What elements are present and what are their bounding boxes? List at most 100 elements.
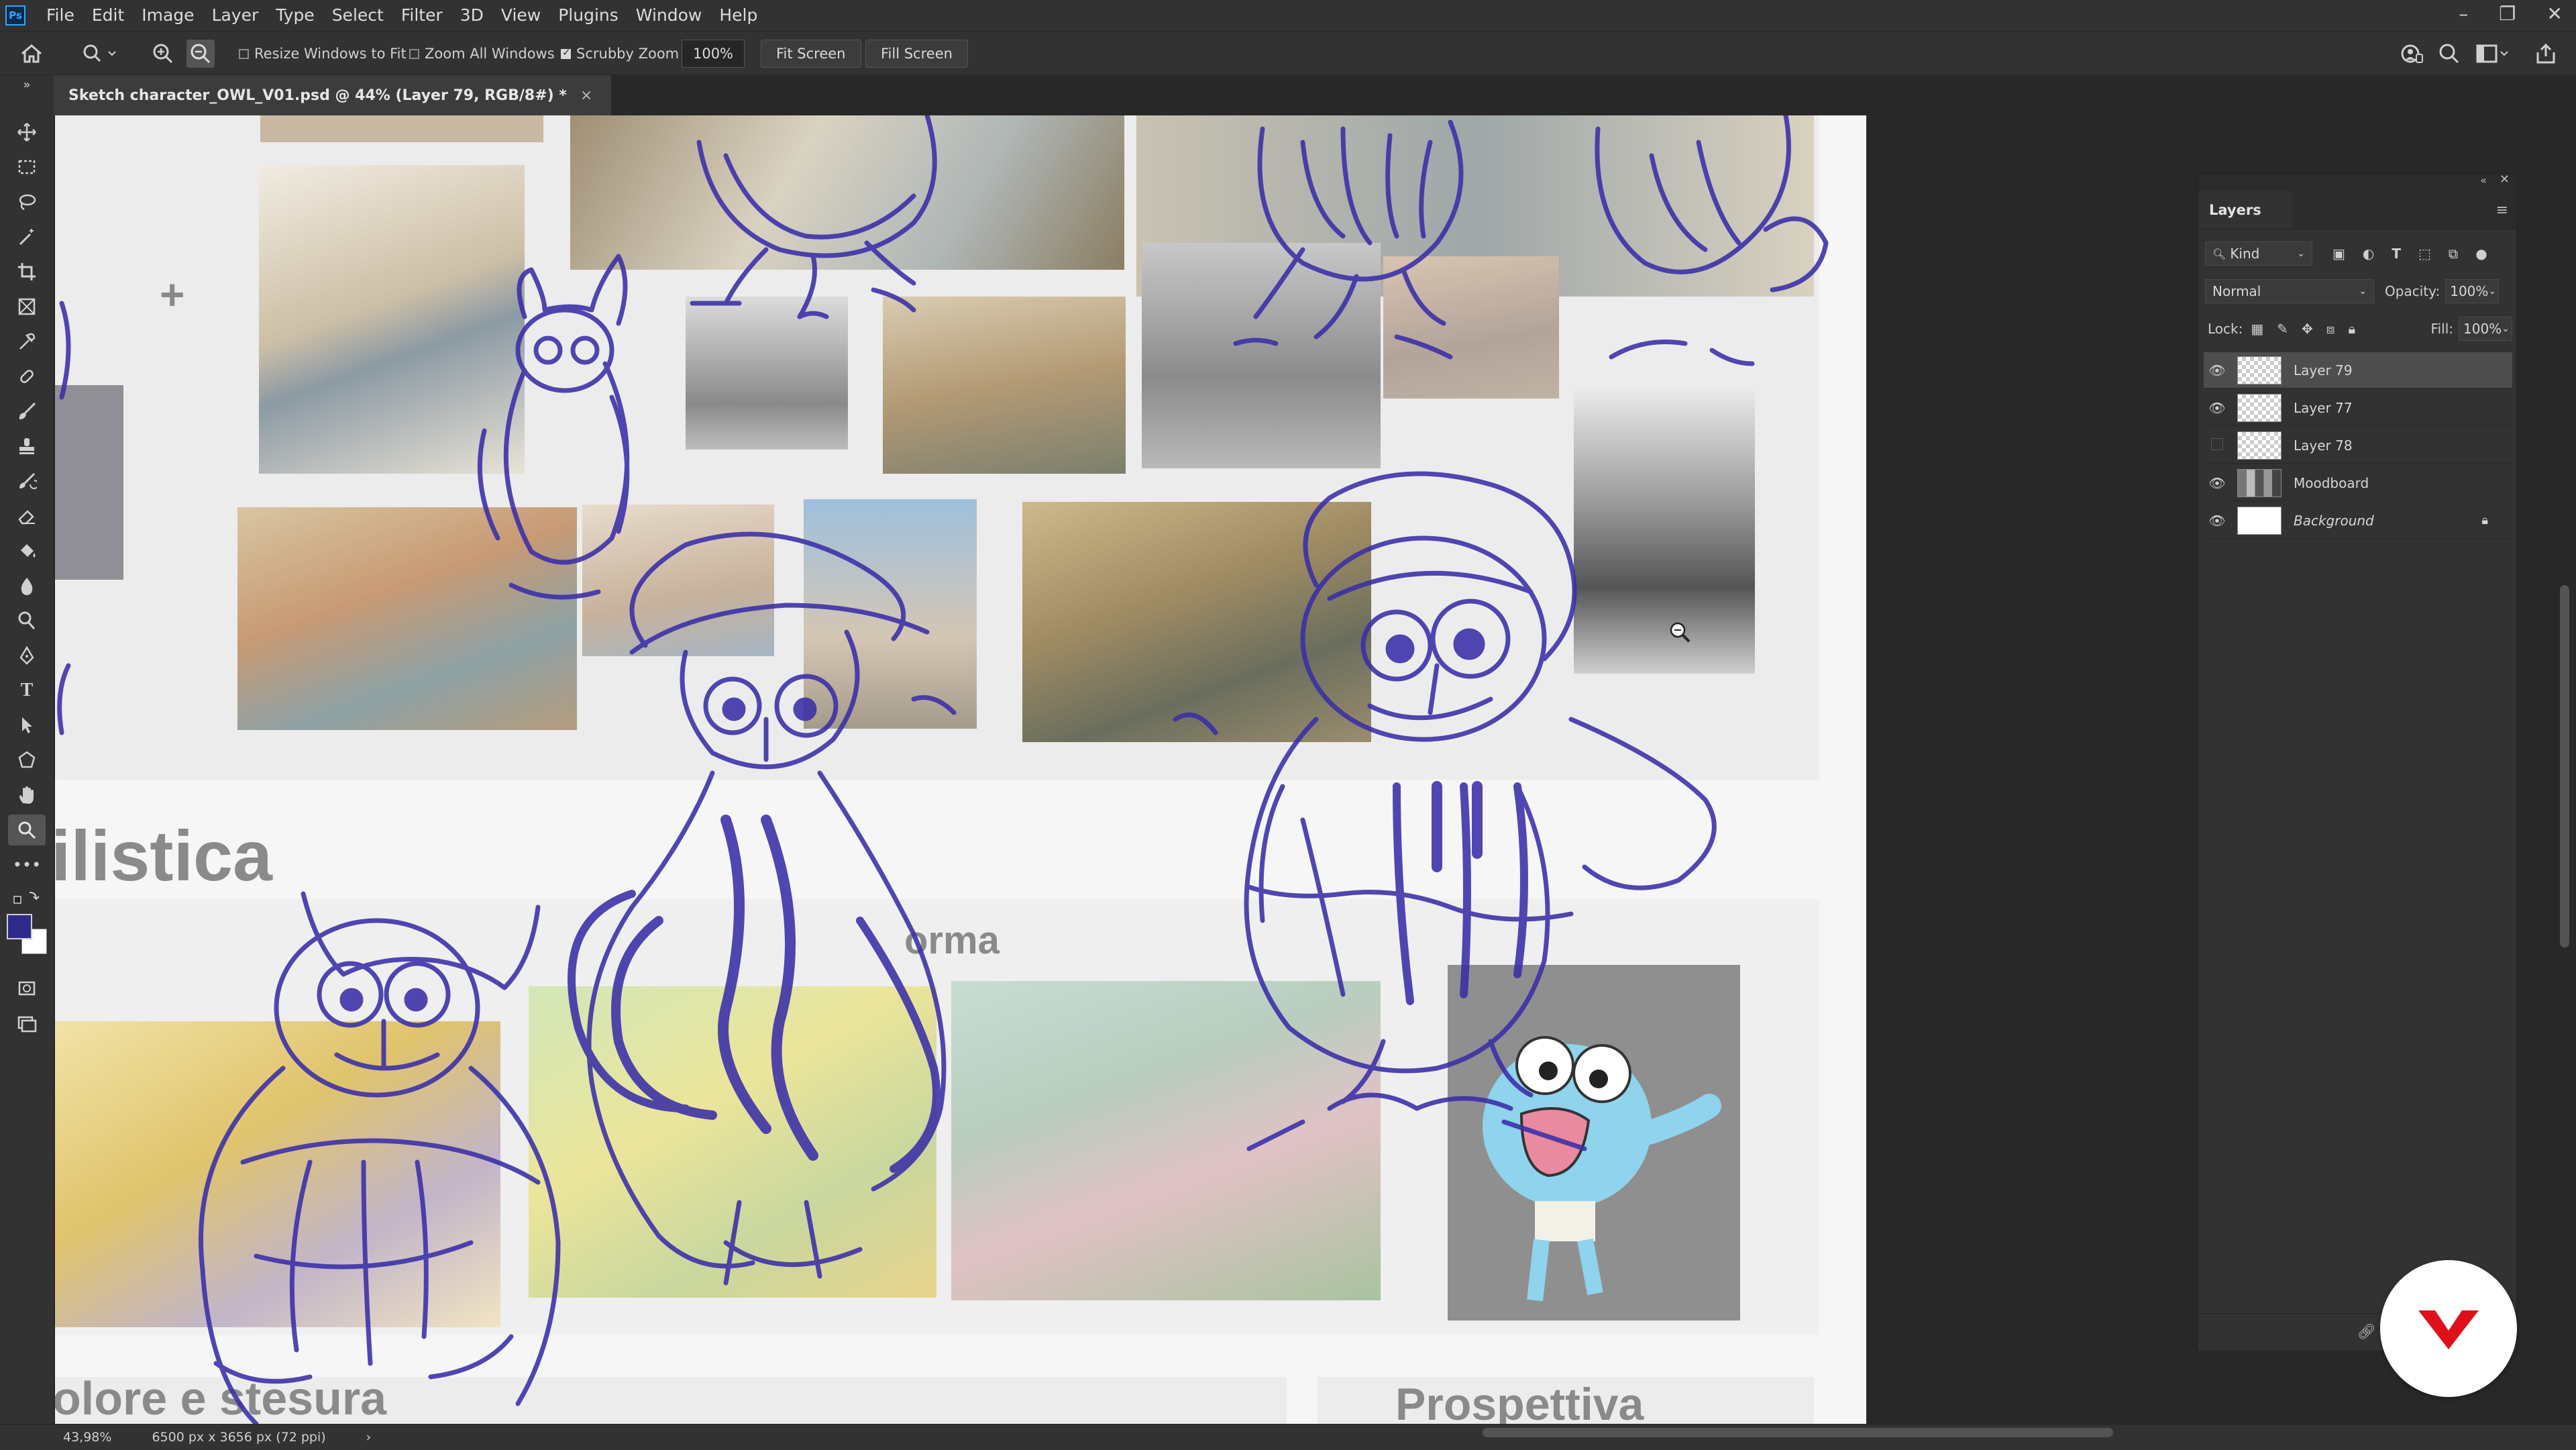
close-button[interactable]: ✕ xyxy=(2547,3,2563,25)
edit-toolbar-icon[interactable]: ••• xyxy=(8,849,46,880)
share-feedback-icon[interactable] xyxy=(2400,32,2423,76)
panel-menu-icon[interactable]: ≡ xyxy=(2496,202,2508,219)
layer-name[interactable]: Layer 77 xyxy=(2294,400,2353,416)
zoom-tool-icon[interactable] xyxy=(8,815,46,845)
zoom-in-icon[interactable] xyxy=(152,32,174,76)
status-menu-arrow-icon[interactable]: › xyxy=(366,1430,372,1445)
visibility-eye-icon[interactable]: 👁︎ xyxy=(2204,362,2231,378)
path-selection-tool-icon[interactable] xyxy=(8,710,46,741)
quick-mask-icon[interactable] xyxy=(8,973,46,1004)
menu-view[interactable]: View xyxy=(492,0,549,31)
vertical-scrollbar-thumb[interactable] xyxy=(2560,585,2569,947)
marquee-tool-icon[interactable] xyxy=(8,152,46,183)
share-export-icon[interactable] xyxy=(2534,32,2557,76)
frame-tool-icon[interactable] xyxy=(8,291,46,322)
type-tool-icon[interactable]: T xyxy=(8,675,46,706)
filter-kind-select[interactable]: 🔍︎ Kind ⌄ xyxy=(2205,242,2312,266)
filter-shape-icon[interactable]: ⬚ xyxy=(2418,246,2431,262)
clone-stamp-tool-icon[interactable] xyxy=(8,431,46,462)
horizontal-scrollbar-thumb[interactable] xyxy=(1483,1428,2113,1437)
visibility-eye-icon[interactable]: 👁︎ xyxy=(2204,513,2231,529)
eraser-tool-icon[interactable] xyxy=(8,501,46,531)
resize-windows-checkbox[interactable]: Resize Windows to Fit xyxy=(239,32,407,76)
visibility-eye-icon[interactable]: 👁︎ xyxy=(2204,475,2231,491)
lock-position-icon[interactable]: ✥ xyxy=(2302,321,2313,337)
fill-field[interactable]: 100% ⌄ xyxy=(2459,317,2512,341)
swap-colors-icon[interactable] xyxy=(8,884,46,915)
fit-screen-button[interactable]: Fit Screen xyxy=(761,40,861,68)
menu-window[interactable]: Window xyxy=(627,0,711,31)
layer-row-layer-78[interactable]: Layer 78 xyxy=(2204,427,2512,464)
minimize-button[interactable]: – xyxy=(2459,3,2468,25)
home-icon[interactable] xyxy=(20,32,43,76)
layer-name[interactable]: Background xyxy=(2294,513,2374,529)
magic-wand-tool-icon[interactable] xyxy=(8,221,46,252)
menu-type[interactable]: Type xyxy=(267,0,323,31)
layer-row-background[interactable]: 👁︎ Background 🔒︎ xyxy=(2204,503,2512,539)
tab-layers[interactable]: Layers xyxy=(2198,191,2292,229)
lock-artboard-icon[interactable]: ⧈ xyxy=(2326,321,2335,337)
document-tab[interactable]: Sketch character_OWL_V01.psd @ 44% (Laye… xyxy=(54,75,612,115)
visibility-hidden-box[interactable] xyxy=(2204,437,2231,454)
search-icon[interactable] xyxy=(2438,32,2461,76)
menu-help[interactable]: Help xyxy=(710,0,766,31)
workspace-switcher-icon[interactable] xyxy=(2475,32,2509,76)
checkbox-box[interactable] xyxy=(239,48,249,59)
layer-name[interactable]: Layer 79 xyxy=(2294,362,2353,378)
shape-tool-icon[interactable] xyxy=(8,745,46,776)
menu-image[interactable]: Image xyxy=(133,0,203,31)
zoom-tool-preset-icon[interactable] xyxy=(82,32,119,76)
menu-select[interactable]: Select xyxy=(323,0,392,31)
collapse-panel-icon[interactable]: « xyxy=(2480,174,2487,187)
link-layers-icon[interactable]: 🔗︎ xyxy=(2357,1324,2376,1341)
filter-pixel-icon[interactable]: ▣ xyxy=(2332,246,2345,262)
lock-transparent-icon[interactable]: ▦ xyxy=(2251,321,2263,337)
move-tool-icon[interactable] xyxy=(8,117,46,148)
opacity-field[interactable]: 100% ⌄ xyxy=(2445,279,2500,303)
checkbox-box[interactable] xyxy=(561,46,571,59)
menu-plugins[interactable]: Plugins xyxy=(549,0,627,31)
zoom-all-windows-checkbox[interactable]: Zoom All Windows xyxy=(409,32,555,76)
vertical-scrollbar[interactable] xyxy=(2553,115,2576,1424)
history-brush-tool-icon[interactable] xyxy=(8,466,46,497)
lock-all-icon[interactable]: 🔒︎ xyxy=(2349,321,2356,337)
visibility-eye-icon[interactable]: 👁︎ xyxy=(2204,400,2231,416)
fill-screen-button[interactable]: Fill Screen xyxy=(865,40,968,68)
paint-bucket-tool-icon[interactable] xyxy=(8,535,46,566)
filter-adjustment-icon[interactable]: ◐ xyxy=(2363,246,2374,262)
pen-tool-icon[interactable] xyxy=(8,640,46,671)
healing-brush-tool-icon[interactable] xyxy=(8,361,46,392)
layer-row-moodboard[interactable]: 👁︎ Moodboard xyxy=(2204,465,2512,501)
collapse-toolbar-icon[interactable]: » xyxy=(8,78,46,92)
close-tab-icon[interactable]: × xyxy=(580,87,592,104)
hand-tool-icon[interactable] xyxy=(8,780,46,811)
eyedropper-tool-icon[interactable] xyxy=(8,326,46,357)
checkbox-box[interactable] xyxy=(409,48,419,59)
color-swatches[interactable] xyxy=(7,914,54,961)
blur-tool-icon[interactable] xyxy=(8,570,46,601)
menu-edit[interactable]: Edit xyxy=(83,0,133,31)
close-panel-icon[interactable]: ✕ xyxy=(2500,172,2510,187)
restore-button[interactable]: ❐ xyxy=(2499,3,2516,25)
crop-tool-icon[interactable] xyxy=(8,256,46,287)
lasso-tool-icon[interactable] xyxy=(8,187,46,217)
filter-smart-object-icon[interactable]: ⧉ xyxy=(2449,246,2458,262)
foreground-color-swatch[interactable] xyxy=(7,914,32,939)
scrubby-zoom-checkbox[interactable]: Scrubby Zoom xyxy=(561,32,679,76)
menu-filter[interactable]: Filter xyxy=(392,0,451,31)
filter-toggle-icon[interactable]: ● xyxy=(2475,246,2487,262)
zoom-level[interactable]: 43,98% xyxy=(63,1430,111,1445)
document-canvas[interactable]: + ilistica orma olore e stesura Prospett… xyxy=(55,115,1866,1424)
dodge-tool-icon[interactable] xyxy=(8,605,46,636)
layer-row-layer-77[interactable]: 👁︎ Layer 77 xyxy=(2204,390,2512,426)
zoom-percent-field[interactable]: 100% xyxy=(682,40,745,68)
menu-layer[interactable]: Layer xyxy=(203,0,268,31)
menu-file[interactable]: File xyxy=(38,0,83,31)
screen-mode-icon[interactable] xyxy=(8,1008,46,1039)
layer-name[interactable]: Layer 78 xyxy=(2294,437,2353,454)
lock-image-icon[interactable]: ✎ xyxy=(2277,321,2288,337)
layer-name[interactable]: Moodboard xyxy=(2294,475,2369,491)
brush-tool-icon[interactable] xyxy=(8,396,46,427)
layer-row-layer-79[interactable]: 👁︎ Layer 79 xyxy=(2204,352,2512,389)
blend-mode-select[interactable]: Normal ⌄ xyxy=(2205,279,2374,303)
